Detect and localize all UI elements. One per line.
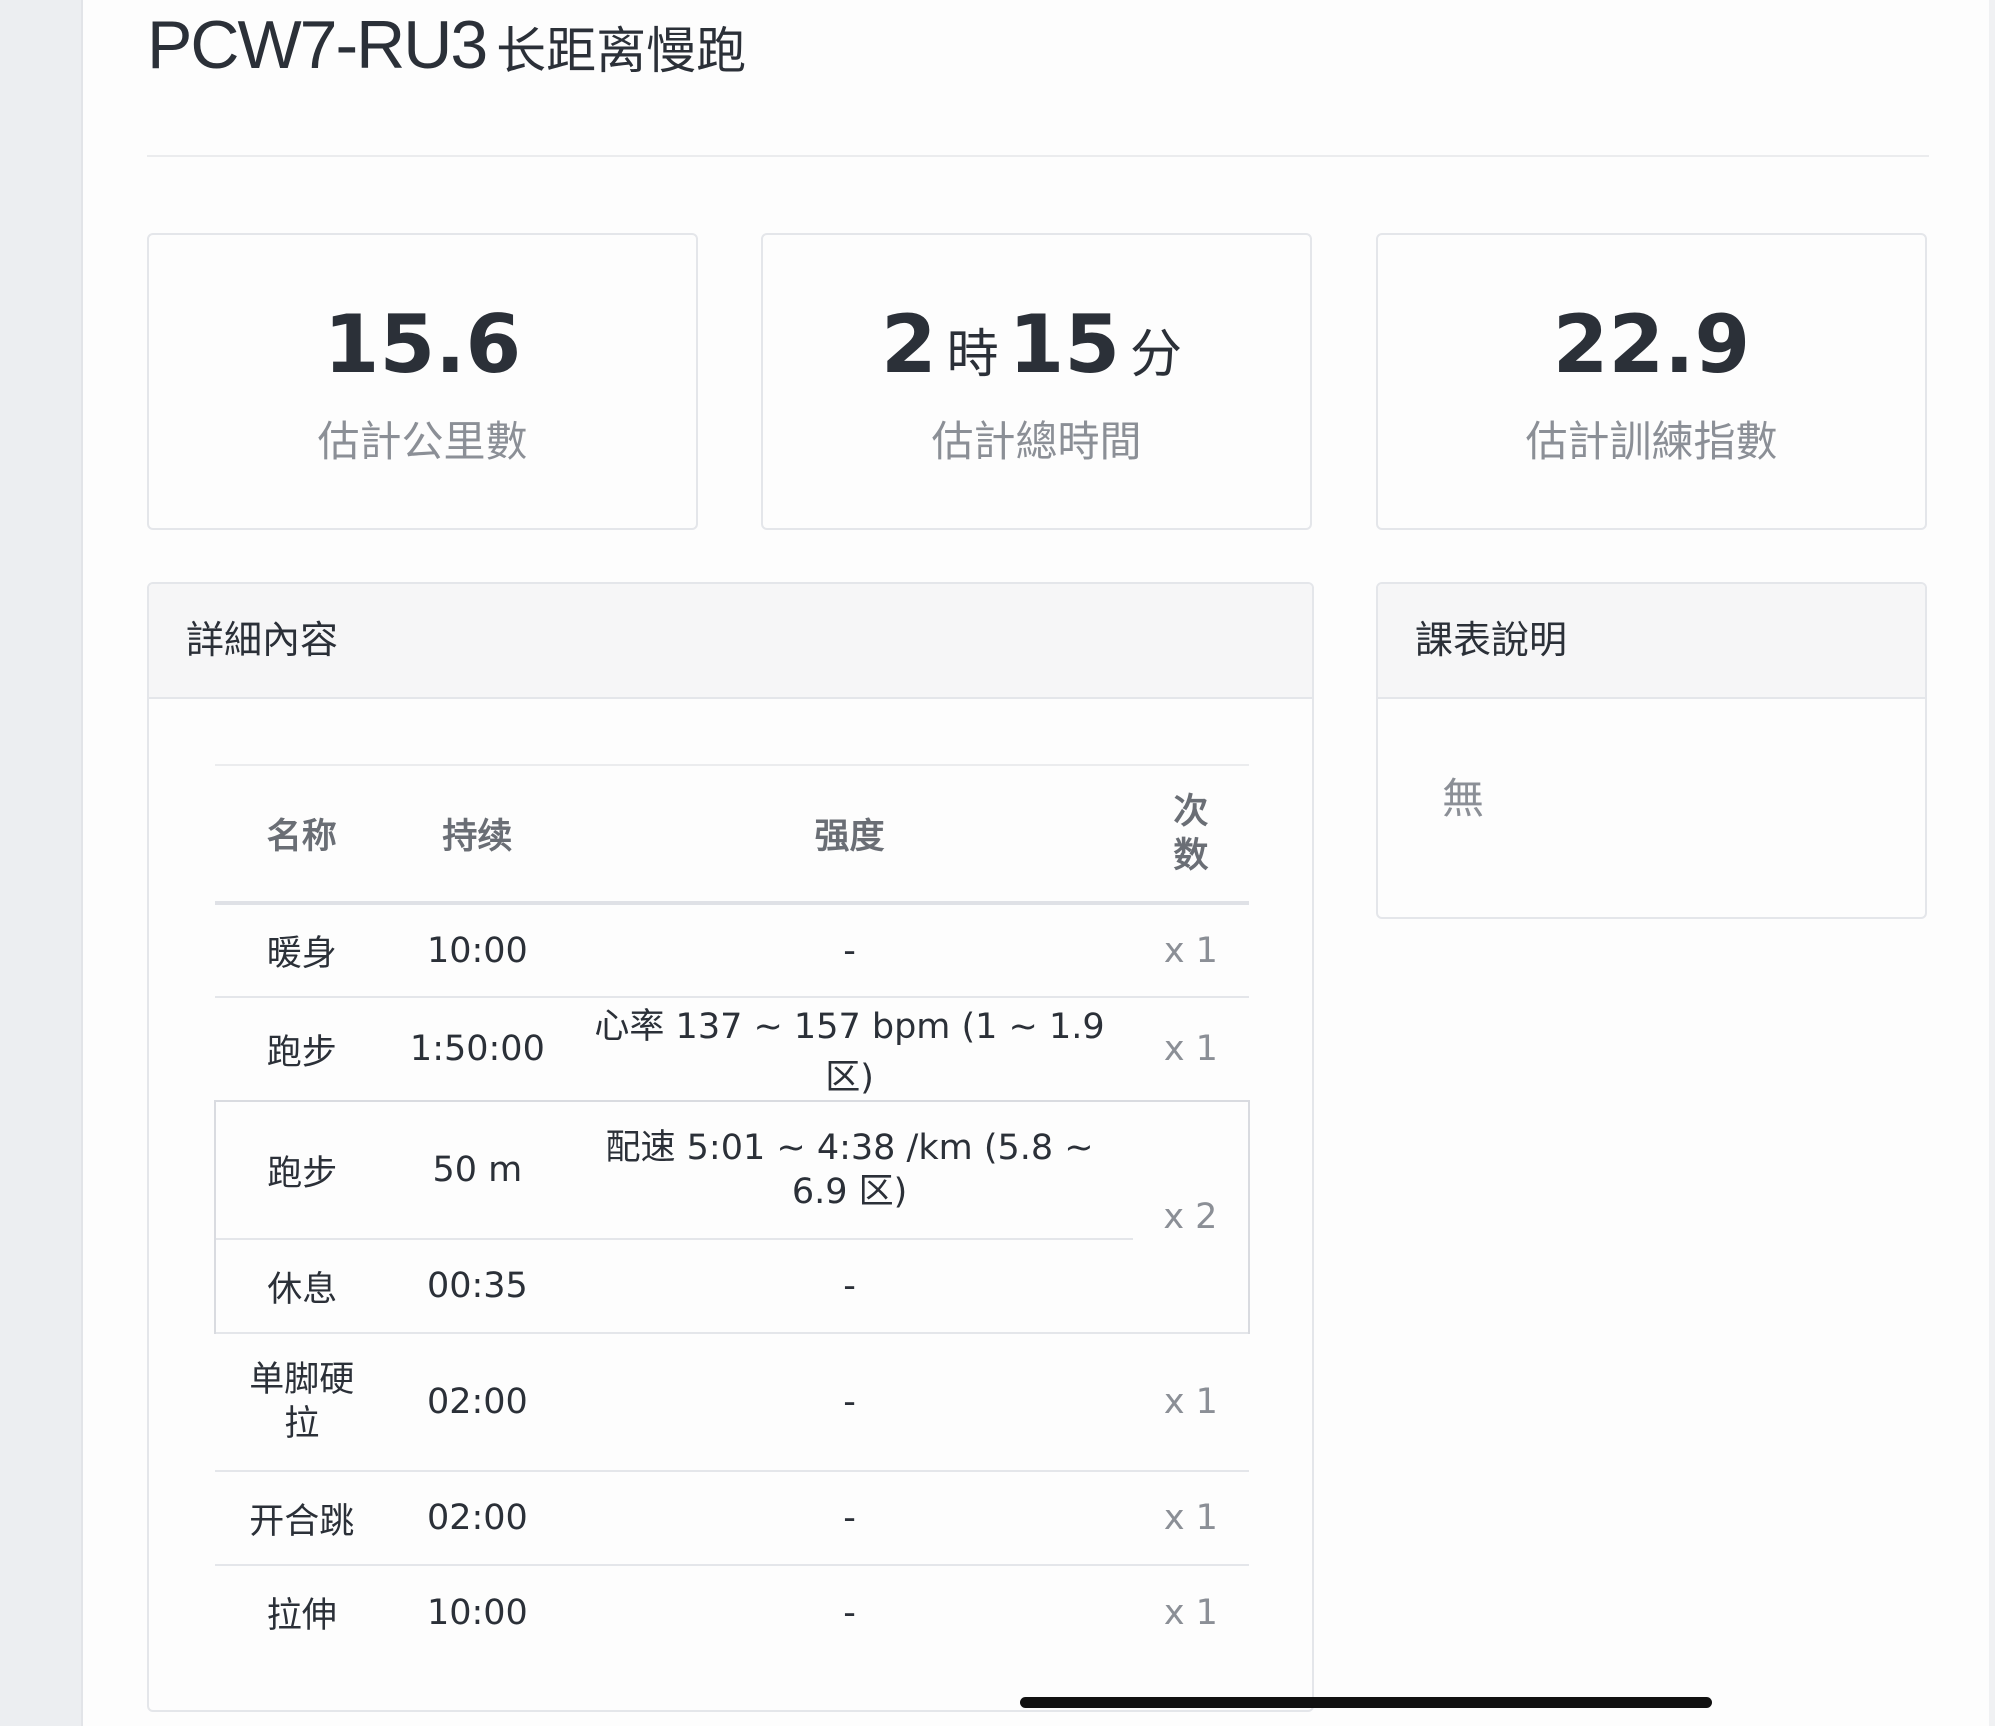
step-intensity: - bbox=[843, 1266, 856, 1306]
stat-card-distance: 15.6 估計公里數 bbox=[147, 233, 698, 530]
title-divider bbox=[147, 155, 1929, 157]
details-panel: 詳細內容 名称 持续 强度 次数 暖身 10:00 - x 1 跑步 1:50:… bbox=[147, 582, 1314, 1712]
time-minutes-unit: 分 bbox=[1130, 325, 1183, 385]
step-intensity: - bbox=[843, 1498, 856, 1538]
time-hours: 2 bbox=[880, 298, 937, 391]
time-minutes: 15 bbox=[1008, 298, 1120, 391]
workout-steps-table: 名称 持续 强度 次数 暖身 10:00 - x 1 跑步 1:50:00 心率… bbox=[213, 764, 1251, 1659]
header-reps: 次数 bbox=[1173, 791, 1209, 876]
step-duration: 10:00 bbox=[426, 930, 528, 971]
table-row: 跑步 50 m 配速 5:01 ~ 4:38 /km (5.8 ~ 6.9 区)… bbox=[213, 1100, 1251, 1333]
step-reps: x 1 bbox=[1163, 1029, 1218, 1069]
step-reps: x 1 bbox=[1163, 1382, 1218, 1422]
time-value: 2 時 15 分 bbox=[763, 305, 1310, 385]
step-name: 跑步 bbox=[213, 1100, 389, 1239]
header-name: 名称 bbox=[266, 817, 337, 857]
step-duration: 1:50:00 bbox=[409, 1029, 545, 1069]
step-intensity: - bbox=[843, 930, 856, 971]
repeat-group-reps: x 2 bbox=[1132, 1100, 1251, 1333]
step-intensity: - bbox=[843, 1382, 856, 1422]
stat-card-training-index: 22.9 估計訓練指數 bbox=[1376, 233, 1927, 530]
step-duration: 00:35 bbox=[426, 1266, 528, 1306]
stat-card-time: 2 時 15 分 估計總時間 bbox=[761, 233, 1312, 530]
left-sidebar-edge bbox=[0, 0, 83, 1726]
step-intensity: 心率 137 ~ 157 bpm (1 ~ 1.9 区) bbox=[594, 1007, 1105, 1098]
home-indicator-bar[interactable] bbox=[1020, 1697, 1712, 1708]
time-hours-unit: 時 bbox=[946, 325, 999, 385]
workout-code: PCW7-RU3 bbox=[147, 7, 488, 83]
distance-value: 15.6 bbox=[323, 298, 522, 391]
step-reps: x 1 bbox=[1163, 930, 1218, 971]
notes-text: 無 bbox=[1442, 774, 1485, 823]
workout-name: 长距离慢跑 bbox=[496, 22, 747, 80]
step-name: 单脚硬拉 bbox=[249, 1360, 355, 1444]
step-duration: 10:00 bbox=[426, 1592, 528, 1633]
step-reps: x 1 bbox=[1163, 1498, 1218, 1538]
details-panel-title: 詳細內容 bbox=[149, 584, 1312, 699]
right-page-edge bbox=[1989, 0, 1995, 1726]
step-intensity: 配速 5:01 ~ 4:38 /km (5.8 ~ 6.9 区) bbox=[566, 1100, 1133, 1239]
step-name: 暖身 bbox=[266, 934, 337, 974]
table-row: 拉伸 10:00 - x 1 bbox=[215, 1565, 1249, 1659]
step-name: 休息 bbox=[213, 1239, 389, 1333]
step-name: 拉伸 bbox=[266, 1596, 337, 1636]
step-name: 跑步 bbox=[266, 1032, 337, 1073]
distance-label: 估計公里數 bbox=[317, 417, 528, 466]
notes-panel: 課表說明 無 bbox=[1376, 582, 1927, 919]
training-index-value: 22.9 bbox=[1552, 298, 1751, 391]
step-name: 开合跳 bbox=[249, 1501, 355, 1542]
step-duration: 02:00 bbox=[426, 1498, 528, 1538]
table-row: 暖身 10:00 - x 1 bbox=[215, 903, 1249, 997]
header-intensity: 强度 bbox=[814, 817, 885, 857]
step-duration: 02:00 bbox=[426, 1382, 528, 1422]
table-row: 休息 00:35 - bbox=[213, 1239, 1249, 1333]
step-reps: x 1 bbox=[1163, 1592, 1218, 1633]
table-row: 开合跳 02:00 - x 1 bbox=[215, 1471, 1249, 1565]
time-label: 估計總時間 bbox=[931, 417, 1142, 466]
header-duration: 持续 bbox=[442, 817, 513, 857]
table-row: 单脚硬拉 02:00 - x 1 bbox=[215, 1333, 1249, 1471]
table-row: 跑步 1:50:00 心率 137 ~ 157 bpm (1 ~ 1.9 区) … bbox=[215, 997, 1249, 1101]
step-intensity: - bbox=[843, 1592, 856, 1633]
page-title: PCW7-RU3 长距离慢跑 bbox=[147, 0, 746, 90]
step-duration: 50 m bbox=[388, 1100, 567, 1239]
notes-panel-title: 課表說明 bbox=[1378, 584, 1925, 699]
training-index-label: 估計訓練指數 bbox=[1525, 417, 1778, 466]
table-header-row: 名称 持续 强度 次数 bbox=[215, 765, 1249, 903]
